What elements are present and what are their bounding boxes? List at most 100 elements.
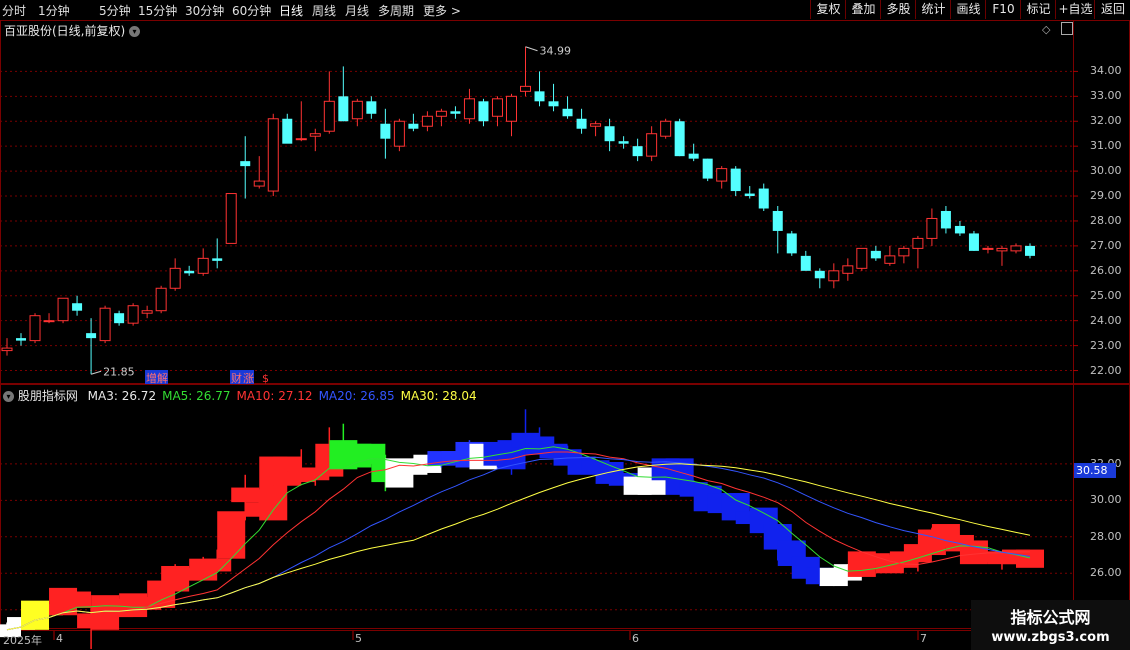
annotations: 34.99 21.85 增解 财涨 $: [90, 45, 571, 385]
candle-body: [688, 153, 699, 159]
candle-body: [1, 347, 13, 352]
candle-body: [127, 305, 139, 324]
candle-body: [478, 101, 489, 122]
current-price-tag: 30.58: [1074, 463, 1116, 478]
chevron-down-icon[interactable]: ▾: [3, 391, 14, 402]
main-panel-title[interactable]: 百亚股份(日线,前复权) ▾: [4, 22, 141, 39]
event-label: 解: [157, 371, 168, 385]
candle-body: [996, 247, 1008, 252]
candle-body: [1010, 245, 1022, 252]
stock-title: 百亚股份(日线,前复权): [4, 24, 126, 38]
price-tick-label: 33.00: [1090, 89, 1122, 103]
candle-body: [632, 146, 643, 157]
candle-body: [435, 110, 447, 117]
candle-body: [520, 85, 532, 92]
candle-body: [618, 141, 629, 144]
legend-item: MA5: 26.77: [162, 389, 231, 403]
ma-legend: MA3: 26.72 MA5: 26.77 MA10: 27.12 MA20: 26.…: [82, 389, 477, 403]
candle-body: [267, 118, 279, 192]
candle-body: [576, 118, 587, 129]
chevron-down-icon[interactable]: ▾: [129, 26, 141, 37]
candle-body: [744, 193, 755, 197]
high-pointer: [525, 46, 538, 52]
candle-body: [548, 101, 559, 107]
candle-body: [702, 158, 713, 179]
indicator-bar: [203, 558, 232, 572]
candle-body: [16, 338, 27, 341]
candle-body: [730, 168, 741, 192]
diamond-icon[interactable]: ◇: [1042, 23, 1050, 36]
indicator-bar: [217, 511, 246, 559]
candle-body: [814, 270, 825, 279]
legend-item: MA10: 27.12: [236, 389, 313, 403]
candle-body: [351, 100, 363, 120]
price-tick-label: 32.00: [1090, 114, 1122, 128]
candle-body: [43, 320, 55, 323]
candle-body: [758, 188, 769, 209]
event-label: 增: [146, 371, 157, 385]
watermark-title: 指标公式网: [1010, 608, 1091, 627]
price-tick-label: 28.00: [1090, 213, 1122, 227]
candle-body: [338, 96, 349, 122]
candle-body: [72, 303, 83, 311]
candle-body: [491, 98, 503, 117]
candle-body: [29, 315, 41, 342]
price-tick-label: 27.00: [1090, 238, 1122, 252]
candle-body: [253, 180, 265, 187]
candle-body: [954, 225, 965, 234]
candle-body: [197, 257, 209, 274]
date-tick-label: 5: [355, 632, 362, 645]
candle-body: [562, 108, 573, 117]
event-label: 财: [231, 371, 242, 385]
window-toggle-icon[interactable]: [1061, 22, 1073, 35]
candle-body: [393, 120, 405, 147]
main-panel-border: [0, 20, 1130, 384]
chart-canvas: 34.99 21.85 增解 财涨 $: [0, 20, 1130, 650]
candle-body: [926, 217, 938, 239]
low-label: 21.85: [103, 365, 134, 378]
candle-body: [674, 121, 685, 157]
price-tick-label: 24.00: [1090, 313, 1122, 327]
indicator-tick-label: 26.00: [1090, 566, 1122, 580]
candle-body: [155, 287, 167, 312]
candle-body: [450, 111, 461, 114]
indicator-tick-label: 30.00: [1090, 493, 1122, 507]
date-tick-label: 7: [920, 632, 927, 645]
indicator-tick-label: 28.00: [1090, 529, 1122, 543]
candle-body: [421, 115, 433, 127]
indicator-name: 股朋指标网: [17, 389, 78, 403]
candle-body: [169, 267, 181, 289]
candle-body: [604, 126, 615, 142]
candle-body: [323, 100, 335, 132]
candle-body: [646, 133, 658, 157]
price-tick-label: 26.00: [1090, 263, 1122, 277]
watermark: 指标公式网 www.zbgs3.com: [971, 600, 1130, 650]
candle-body: [225, 193, 237, 244]
date-tick-label: 6: [632, 632, 639, 645]
date-tick-label: 2025年: [3, 634, 42, 647]
candle-body: [716, 168, 728, 182]
candle-body: [240, 161, 251, 167]
candle-body: [968, 233, 979, 251]
legend-item: MA3: 26.72: [87, 389, 157, 403]
candle-body: [309, 133, 321, 137]
candle-body: [57, 297, 69, 322]
candle-body: [408, 123, 419, 129]
date-tick-label: 4: [56, 632, 63, 645]
candle-body: [870, 250, 881, 259]
candle-body: [912, 237, 924, 249]
candle-body: [940, 210, 951, 229]
event-label: 涨: [243, 372, 254, 385]
candle-body: [800, 255, 811, 271]
candle-body: [295, 138, 307, 141]
candle-body: [842, 265, 854, 274]
indicator-bar: [63, 591, 92, 608]
indicator-bar: [231, 487, 260, 503]
candle-body: [660, 120, 672, 137]
candle-body: [99, 307, 111, 342]
legend-item: MA20: 26.85: [318, 389, 395, 403]
candle-body: [463, 98, 475, 120]
candle-body: [982, 247, 994, 250]
price-tick-label: 25.00: [1090, 288, 1122, 302]
price-tick-label: 23.00: [1090, 338, 1122, 352]
